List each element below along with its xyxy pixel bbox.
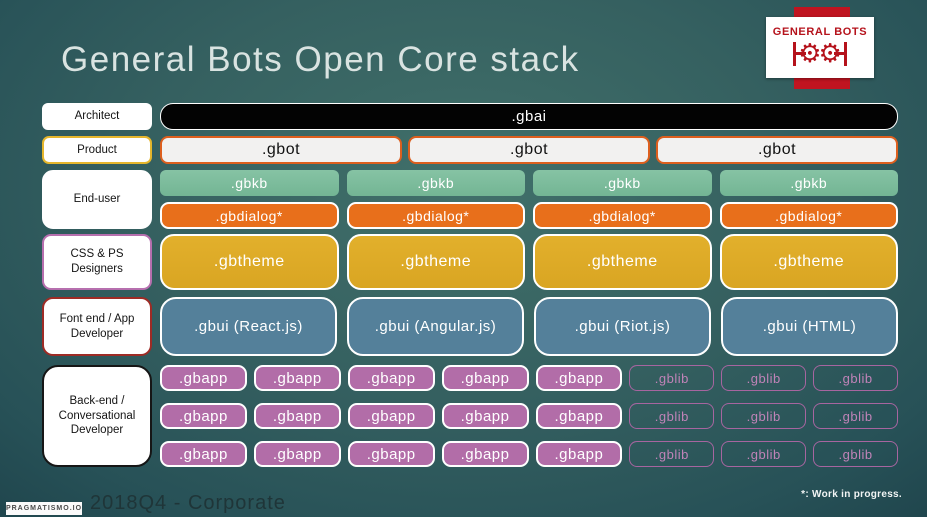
footer-text: 2018Q4 - Corporate [90,492,286,514]
gblib-box: .gblib [629,365,715,391]
row-label-backend-developer: Back-end / Conversational Developer [42,365,152,467]
gblib-box: .gblib [813,441,898,467]
backend-row-1: .gbapp .gbapp .gbapp .gbapp .gbapp .gbli… [160,365,898,391]
backend-row-3: .gbapp .gbapp .gbapp .gbapp .gbapp .gbli… [160,441,898,467]
gbdialog-box: .gbdialog* [719,202,898,229]
gbui-angular-box: .gbui (Angular.js) [347,297,524,356]
row-label-architect: Architect [42,103,152,130]
gbapp-box: .gbapp [253,403,341,429]
gbapp-box: .gbapp [347,403,435,429]
gbot-box: .gbot [160,136,402,164]
gbapp-box: .gbapp [441,365,529,391]
gbtheme-box: .gbtheme [160,234,339,290]
gbot-box: .gbot [656,136,898,164]
gbtheme-box: .gbtheme [719,234,898,290]
work-in-progress-note: *: Work in progress. [801,489,902,500]
gbapp-box: .gbapp [160,441,247,467]
gbkb-row: .gbkb .gbkb .gbkb .gbkb [160,170,898,196]
gbtheme-box: .gbtheme [346,234,525,290]
gbkb-box: .gbkb [160,170,339,196]
row-label-product: Product [42,136,152,164]
general-bots-logo: GENERAL BOTS ⚙ ⚙ [766,17,874,78]
gbapp-box: .gbapp [253,441,341,467]
gblib-box: .gblib [813,403,898,429]
gbapp-box: .gbapp [441,403,529,429]
gbkb-box: .gbkb [719,170,898,196]
pragmatismo-logo: PRAGMATISMO.IO [6,502,82,515]
gblib-box: .gblib [721,365,807,391]
gbapp-box: .gbapp [347,441,435,467]
gbapp-box: .gbapp [535,403,623,429]
gbkb-box: .gbkb [346,170,525,196]
gbkb-box: .gbkb [533,170,712,196]
gbtheme-box: .gbtheme [533,234,712,290]
gbapp-box: .gbapp [535,441,623,467]
gbui-html-box: .gbui (HTML) [721,297,898,356]
gblib-box: .gblib [721,441,807,467]
gbapp-box: .gbapp [160,365,247,391]
page-title: General Bots Open Core stack [61,40,580,79]
row-label-designers: CSS & PS Designers [42,234,152,290]
slide: General Bots Open Core stack GENERAL BOT… [0,0,927,517]
gbtheme-row: .gbtheme .gbtheme .gbtheme .gbtheme [160,234,898,290]
gbdialog-box: .gbdialog* [533,202,712,229]
row-label-frontend-developer: Font end / App Developer [42,297,152,356]
gear-axle-right-icon [833,42,847,66]
gbui-riot-box: .gbui (Riot.js) [534,297,711,356]
gbapp-box: .gbapp [441,441,529,467]
gbai-box: .gbai [160,103,898,130]
backend-row-2: .gbapp .gbapp .gbapp .gbapp .gbapp .gbli… [160,403,898,429]
gblib-box: .gblib [813,365,898,391]
gbdialog-box: .gbdialog* [160,202,339,229]
row-label-end-user: End-user [42,170,152,229]
gbot-box: .gbot [408,136,650,164]
gbot-row: .gbot .gbot .gbot [160,136,898,164]
gbapp-box: .gbapp [160,403,247,429]
gbui-row: .gbui (React.js) .gbui (Angular.js) .gbu… [160,297,898,356]
logo-text: GENERAL BOTS [772,26,868,38]
gbdialog-box: .gbdialog* [346,202,525,229]
gears-icon: ⚙ ⚙ [793,39,847,69]
gbapp-box: .gbapp [253,365,341,391]
gbui-react-box: .gbui (React.js) [160,297,337,356]
gbdialog-row: .gbdialog* .gbdialog* .gbdialog* .gbdial… [160,202,898,229]
gblib-box: .gblib [629,403,715,429]
gbapp-box: .gbapp [535,365,623,391]
gblib-box: .gblib [721,403,807,429]
gblib-box: .gblib [629,441,715,467]
gear-axle-left-icon [793,42,807,66]
gbapp-box: .gbapp [347,365,435,391]
